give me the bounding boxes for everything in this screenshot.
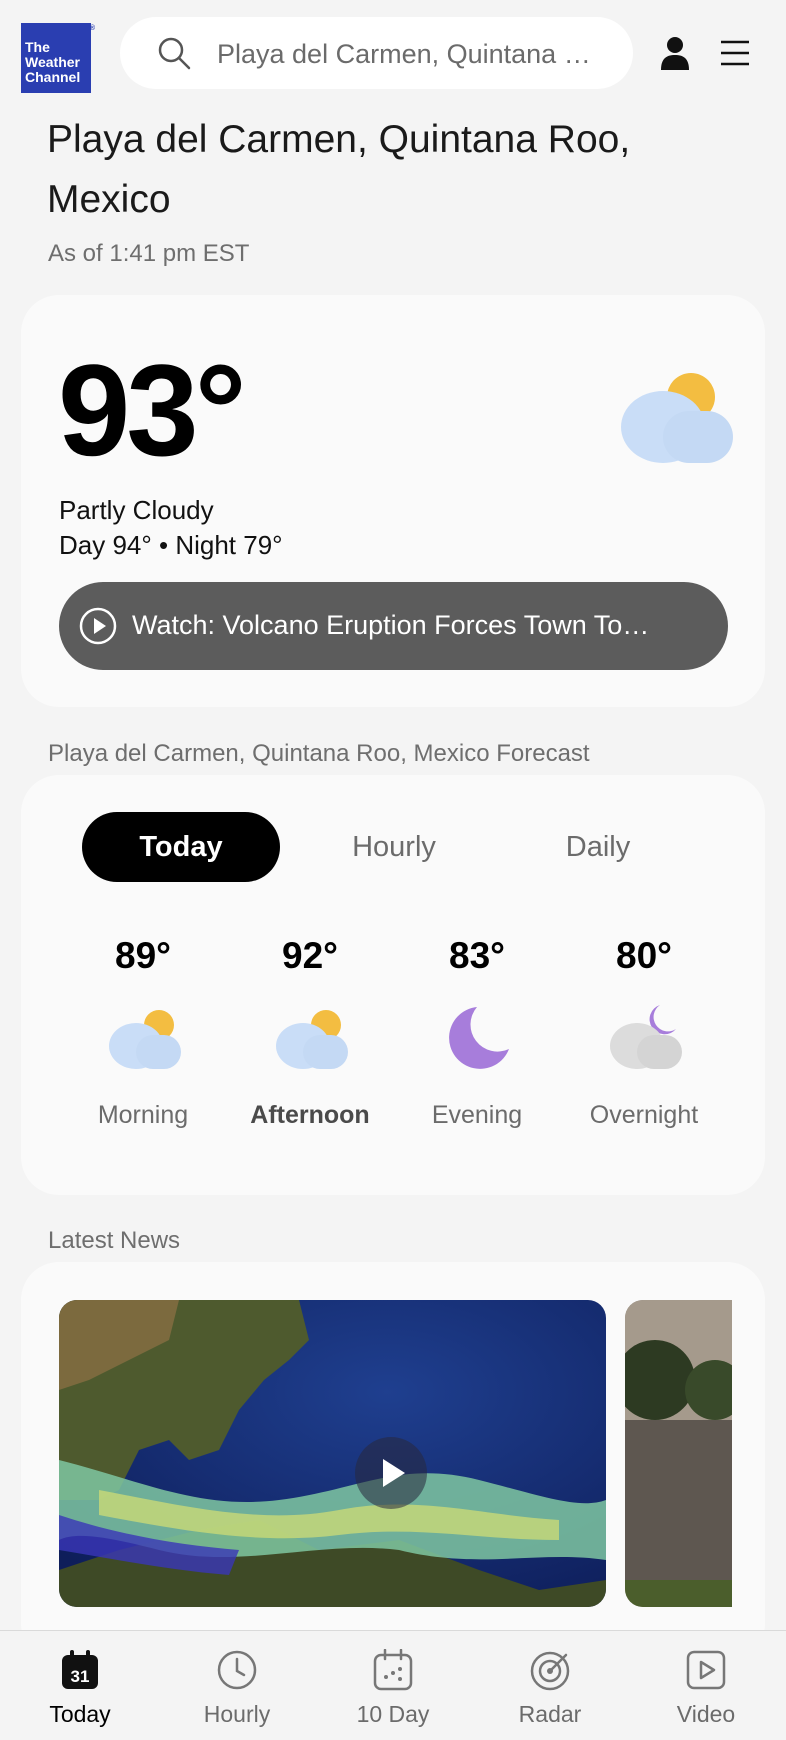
nav-video[interactable]: Video: [636, 1631, 776, 1740]
cloudy-night-icon: [610, 1005, 682, 1069]
period-temp: 80°: [616, 935, 672, 976]
period-name: Evening: [431, 1101, 523, 1129]
forecast-tabs: Today Hourly Daily: [21, 812, 765, 882]
search-icon: [158, 37, 191, 70]
nav-label: Today: [49, 1701, 111, 1727]
news-thumbnail-flood[interactable]: [625, 1300, 732, 1607]
period-temp: 92°: [282, 935, 338, 976]
tab-hourly[interactable]: Hourly: [295, 812, 493, 882]
period-name: Afternoon: [250, 1101, 370, 1129]
watch-video-button[interactable]: Watch: Volcano Eruption Forces Town To…: [59, 582, 728, 670]
as-of-timestamp: As of 1:41 pm EST: [48, 240, 250, 267]
calendar-today-icon: 31: [62, 1650, 98, 1689]
period-name: Overnight: [589, 1101, 699, 1129]
current-temperature: 93°: [58, 337, 247, 483]
current-conditions-card: 93° Partly Cloudy Day 94° • Night 79° Wa…: [21, 295, 765, 707]
clock-icon: [217, 1650, 257, 1690]
news-video-thumbnail[interactable]: [59, 1300, 606, 1607]
forecast-heading: Playa del Carmen, Quintana Roo, Mexico F…: [48, 740, 590, 767]
radar-icon: [530, 1651, 570, 1691]
calendar-day-number: 31: [71, 1667, 90, 1686]
moon-icon: [449, 1007, 509, 1069]
period-evening[interactable]: 83° Evening: [393, 935, 561, 1130]
period-temp: 83°: [449, 935, 505, 976]
forecast-card: Today Hourly Daily 89° Morning 92° After…: [21, 775, 765, 1195]
news-heading: Latest News: [48, 1227, 181, 1254]
nav-label: Radar: [518, 1701, 582, 1727]
current-condition: Partly Cloudy: [59, 495, 214, 525]
calendar-icon: [373, 1649, 413, 1691]
flood-scene-image: [625, 1300, 732, 1607]
bottom-navigation: 31 Today Hourly 10 Day Radar Video: [0, 1630, 786, 1740]
nav-label: Video: [676, 1701, 736, 1727]
nav-label: 10 Day: [356, 1701, 430, 1727]
logo-line-2: Weather: [25, 54, 80, 70]
search-input[interactable]: Playa del Carmen, Quintana …: [217, 39, 617, 70]
video-icon: [686, 1650, 726, 1690]
user-icon[interactable]: [659, 36, 691, 70]
partly-cloudy-icon: [109, 1010, 181, 1069]
video-play-button[interactable]: [355, 1437, 427, 1509]
nav-hourly[interactable]: Hourly: [167, 1631, 307, 1740]
tab-today[interactable]: Today: [82, 812, 280, 882]
play-icon: [383, 1459, 405, 1487]
weather-channel-logo[interactable]: The Weather Channel ®: [21, 23, 95, 93]
day-night-temps: Day 94° • Night 79°: [59, 530, 283, 560]
registered-mark: ®: [89, 25, 95, 32]
period-afternoon[interactable]: 92° Afternoon: [226, 935, 394, 1130]
partly-cloudy-icon: [276, 1010, 348, 1069]
period-overnight[interactable]: 80° Overnight: [560, 935, 728, 1130]
nav-10-day[interactable]: 10 Day: [323, 1631, 463, 1740]
nav-label: Hourly: [203, 1701, 271, 1727]
news-card: [21, 1262, 765, 1662]
menu-icon[interactable]: [720, 38, 750, 68]
period-name: Morning: [97, 1101, 189, 1129]
logo-line-1: The: [25, 39, 50, 55]
header: The Weather Channel ® Playa del Carmen, …: [0, 0, 786, 112]
location-title: Playa del Carmen, Quintana Roo, Mexico: [47, 118, 631, 221]
nav-radar[interactable]: Radar: [480, 1631, 620, 1740]
nav-today[interactable]: 31 Today: [10, 1631, 150, 1740]
tab-daily[interactable]: Daily: [499, 812, 697, 882]
watch-video-label: Watch: Volcano Eruption Forces Town To…: [132, 610, 650, 640]
satellite-map-image: [59, 1300, 606, 1607]
period-morning[interactable]: 89° Morning: [59, 935, 227, 1130]
partly-cloudy-icon: [621, 373, 733, 463]
play-circle-icon: [79, 607, 117, 645]
search-bar[interactable]: Playa del Carmen, Quintana …: [120, 17, 633, 89]
period-temp: 89°: [115, 935, 171, 976]
logo-line-3: Channel: [25, 69, 81, 85]
